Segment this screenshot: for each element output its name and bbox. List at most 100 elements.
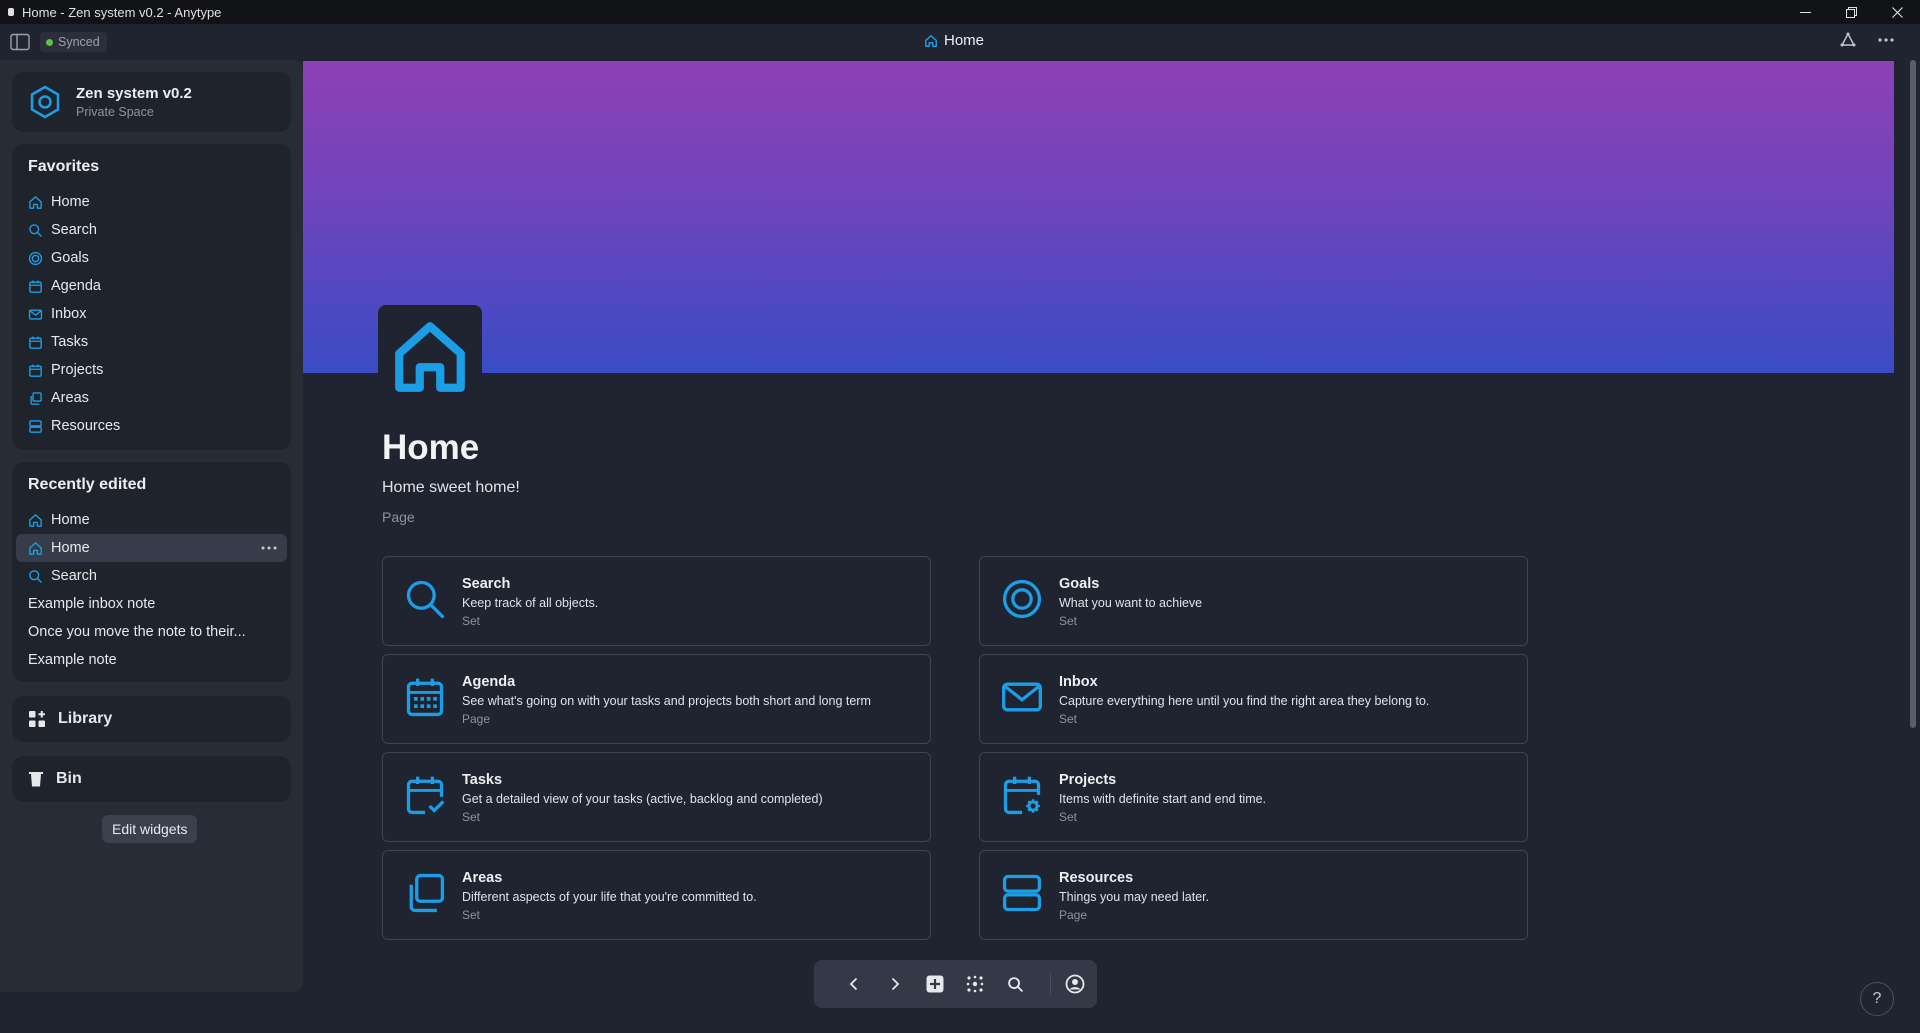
server-icon xyxy=(1002,874,1042,912)
favorite-item-label: Inbox xyxy=(51,306,87,322)
favorite-item-search[interactable]: Search xyxy=(16,216,287,244)
card-description: Get a detailed view of your tasks (activ… xyxy=(462,792,823,806)
recent-item-home-active[interactable]: Home xyxy=(16,534,287,562)
favorite-item-label: Areas xyxy=(51,390,89,406)
create-object-button[interactable] xyxy=(925,974,945,994)
card-description: Capture everything here until you find t… xyxy=(1059,694,1430,708)
breadcrumb[interactable]: Home xyxy=(924,32,984,49)
card-title: Tasks xyxy=(462,772,503,788)
more-icon[interactable] xyxy=(1878,32,1894,48)
link-card-search[interactable]: Search Keep track of all objects. Set xyxy=(382,556,931,646)
card-description: Different aspects of your life that you'… xyxy=(462,890,757,904)
sync-dot-icon xyxy=(46,38,53,46)
copy-icon xyxy=(409,873,445,913)
bin-widget[interactable]: Bin xyxy=(12,756,291,802)
page-icon[interactable] xyxy=(378,305,482,409)
favorite-item-home[interactable]: Home xyxy=(16,188,287,216)
restore-icon xyxy=(1845,6,1857,18)
space-hexagon-icon xyxy=(30,85,60,119)
space-widget[interactable]: Zen system v0.2 Private Space xyxy=(12,72,291,132)
restore-button[interactable] xyxy=(1828,0,1874,24)
bin-label: Bin xyxy=(56,770,82,787)
home-icon xyxy=(925,34,937,47)
avatar-icon xyxy=(1065,974,1085,994)
link-card-projects[interactable]: Projects Items with definite start and e… xyxy=(979,752,1528,842)
space-type: Private Space xyxy=(76,105,154,119)
favorites-title[interactable]: Favorites xyxy=(12,144,291,188)
page-type-label[interactable]: Page xyxy=(382,509,415,525)
search-icon xyxy=(406,580,445,619)
page-title[interactable]: Home xyxy=(382,428,479,468)
page-scrollbar[interactable] xyxy=(1910,60,1916,728)
card-title: Resources xyxy=(1059,870,1134,886)
graph-dots-icon xyxy=(966,975,984,993)
app-header: Synced Home xyxy=(0,24,1920,60)
favorite-item-label: Goals xyxy=(51,250,89,266)
card-title: Areas xyxy=(462,870,503,886)
link-card-inbox[interactable]: Inbox Capture everything here until you … xyxy=(979,654,1528,744)
target-icon xyxy=(1002,579,1042,619)
favorite-item-tasks[interactable]: Tasks xyxy=(16,328,287,356)
favorite-item-inbox[interactable]: Inbox xyxy=(16,300,287,328)
card-type: Set xyxy=(1059,712,1078,726)
link-card-resources[interactable]: Resources Things you may need later. Pag… xyxy=(979,850,1528,940)
space-info: Zen system v0.2 Private Space xyxy=(76,85,192,119)
card-description: What you want to achieve xyxy=(1059,596,1203,610)
plus-square-icon xyxy=(926,975,944,993)
minimize-button[interactable] xyxy=(1782,0,1828,24)
back-button[interactable] xyxy=(844,974,864,994)
minimize-icon xyxy=(1799,11,1811,13)
search-button[interactable] xyxy=(1005,974,1025,994)
bin-icon xyxy=(29,772,43,787)
favorite-item-goals[interactable]: Goals xyxy=(16,244,287,272)
recent-item-label: Search xyxy=(51,568,97,584)
close-icon xyxy=(1891,6,1903,18)
graph-button[interactable] xyxy=(965,974,985,994)
profile-button[interactable] xyxy=(1065,974,1085,994)
recent-item-search[interactable]: Search xyxy=(16,562,287,590)
favorite-item-projects[interactable]: Projects xyxy=(16,356,287,384)
card-type: Page xyxy=(462,712,491,726)
card-title: Inbox xyxy=(1059,674,1098,690)
recent-item-home[interactable]: Home xyxy=(16,506,287,534)
graph-icon[interactable] xyxy=(1840,32,1856,48)
page-description[interactable]: Home sweet home! xyxy=(382,479,520,497)
favorite-item-agenda[interactable]: Agenda xyxy=(16,272,287,300)
card-type: Set xyxy=(462,810,481,824)
library-widget[interactable]: Library xyxy=(12,696,291,742)
link-card-areas[interactable]: Areas Different aspects of your life tha… xyxy=(382,850,931,940)
favorite-item-label: Search xyxy=(51,222,97,238)
recent-item-label: Home xyxy=(51,540,90,556)
copy-icon xyxy=(30,391,42,405)
favorite-item-label: Home xyxy=(51,194,90,210)
forward-button[interactable] xyxy=(885,974,905,994)
more-icon[interactable] xyxy=(261,540,277,556)
favorite-item-areas[interactable]: Areas xyxy=(16,384,287,412)
window-controls xyxy=(1782,0,1920,24)
favorite-item-label: Projects xyxy=(51,362,104,378)
close-button[interactable] xyxy=(1874,0,1920,24)
recent-item-label: Once you move the note to their... xyxy=(28,624,246,640)
sync-status-badge[interactable]: Synced xyxy=(40,32,107,52)
bottom-navbar xyxy=(814,960,1097,1008)
recent-item-once-you-move[interactable]: Once you move the note to their... xyxy=(16,618,287,646)
recently-edited-title[interactable]: Recently edited xyxy=(12,462,291,506)
recent-item-example-note[interactable]: Example note xyxy=(16,646,287,674)
recent-item-example-inbox-note[interactable]: Example inbox note xyxy=(16,590,287,618)
link-card-agenda[interactable]: Agenda See what's going on with your tas… xyxy=(382,654,931,744)
edit-widgets-button[interactable]: Edit widgets xyxy=(102,815,198,843)
space-name: Zen system v0.2 xyxy=(76,85,192,102)
navbar-divider xyxy=(1050,974,1051,994)
link-card-tasks[interactable]: Tasks Get a detailed view of your tasks … xyxy=(382,752,931,842)
sidebar-toggle-icon[interactable] xyxy=(10,33,30,51)
link-card-goals[interactable]: Goals What you want to achieve Set xyxy=(979,556,1528,646)
calendar-check-icon xyxy=(406,776,445,815)
header-actions xyxy=(1840,32,1894,48)
recent-item-label: Example note xyxy=(28,652,117,668)
library-grid-icon xyxy=(29,711,45,727)
favorite-item-resources[interactable]: Resources xyxy=(16,412,287,440)
page-cover[interactable] xyxy=(303,61,1894,373)
card-description: Items with definite start and end time. xyxy=(1059,792,1267,806)
search-icon xyxy=(29,569,42,583)
help-button[interactable]: ? xyxy=(1860,982,1894,1016)
